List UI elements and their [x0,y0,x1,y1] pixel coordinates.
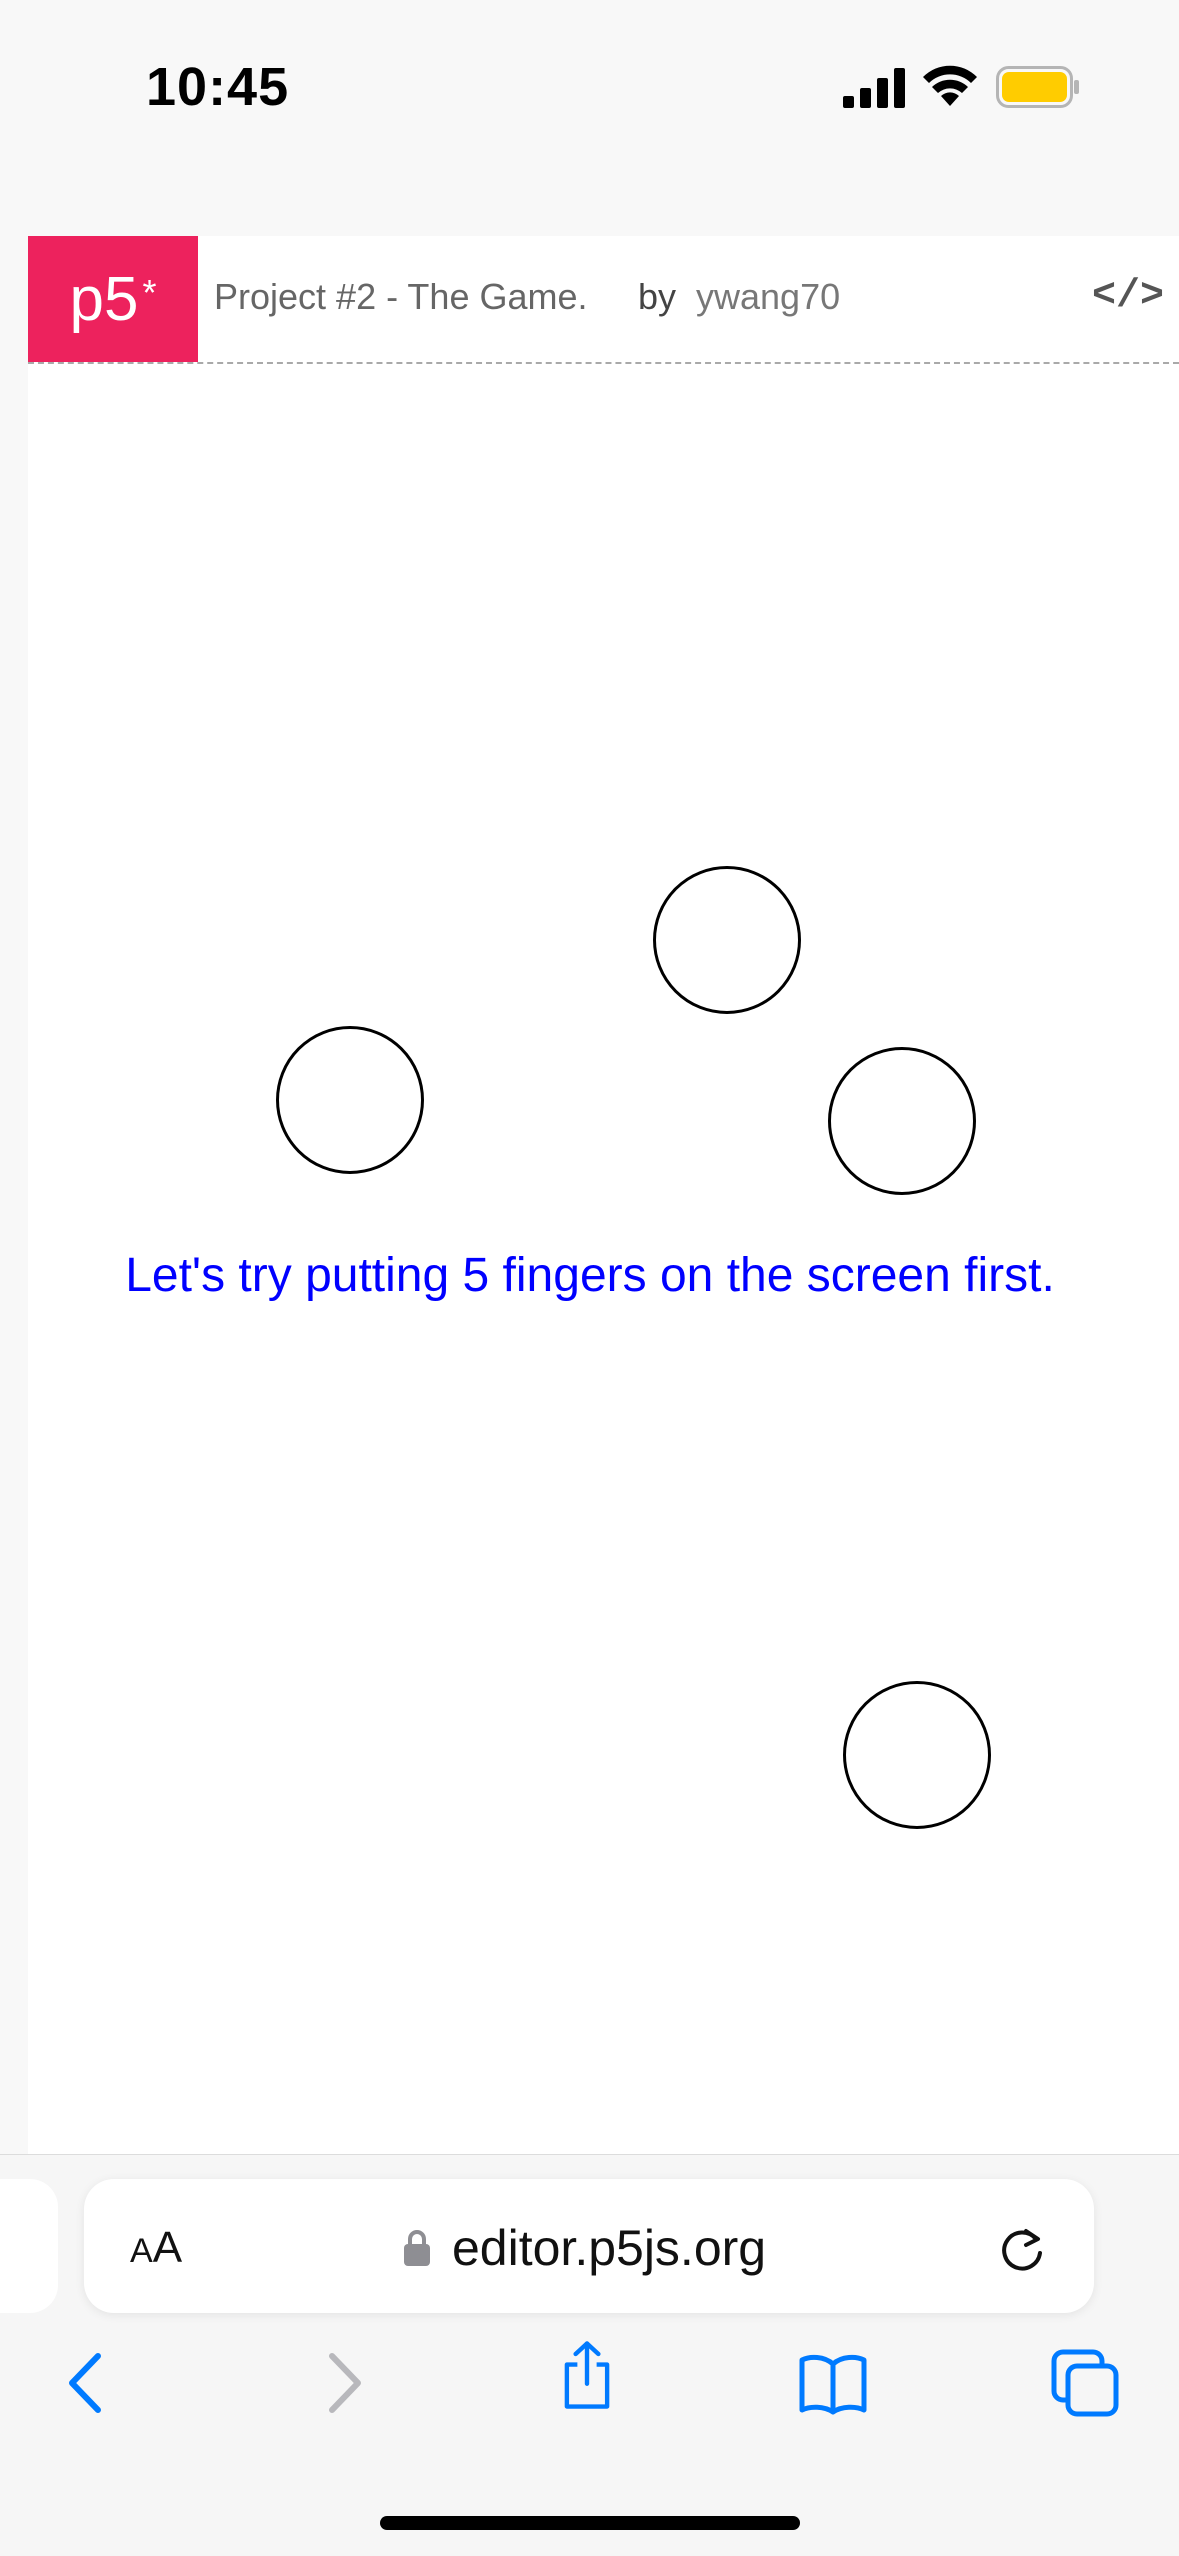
lock-icon [404,2230,430,2266]
previous-tab-preview[interactable] [0,2179,58,2313]
page-settings-button[interactable]: AA [130,2223,182,2273]
touch-circle [653,866,801,1014]
text-size-small-label: A [130,2232,153,2270]
instruction-text: Let's try putting 5 fingers on the scree… [125,1249,1055,1302]
book-icon[interactable] [798,2348,868,2418]
signal-icon [843,68,905,108]
address-bar[interactable]: AA editor.p5js.org [84,2179,1094,2313]
touch-circle [276,1026,424,1174]
reload-icon[interactable] [996,2223,1048,2275]
tabs-icon[interactable] [1050,2348,1120,2418]
p5-logo[interactable]: p5 * [28,236,198,362]
phone-screen: 10:45 p5 * Project #2 - The Game. by ywan… [0,0,1179,2556]
home-indicator [380,2516,800,2530]
project-author-link[interactable]: ywang70 [696,276,840,318]
chevron-right-icon[interactable] [308,2348,378,2418]
p5-logo-text: p5 [69,264,139,334]
battery-icon [996,66,1079,108]
code-icon[interactable]: </> [1092,274,1164,319]
chevron-left-icon[interactable] [52,2348,122,2418]
status-time: 10:45 [146,57,290,117]
p5-logo-star: * [142,272,157,313]
touch-circle [843,1681,991,1829]
status-bar: 10:45 [0,0,1179,160]
text-size-large-label: A [152,2223,183,2272]
project-by-label: by [638,276,677,317]
p5-editor-header: p5 * Project #2 - The Game. by ywang70 </… [28,236,1179,364]
share-icon[interactable] [552,2340,622,2410]
project-title[interactable]: Project #2 - The Game. [214,276,588,318]
url-text[interactable]: editor.p5js.org [452,2219,766,2277]
web-page: p5 * Project #2 - The Game. by ywang70 </… [28,236,1179,2154]
wifi-icon [923,65,977,106]
touch-circle [828,1047,976,1195]
